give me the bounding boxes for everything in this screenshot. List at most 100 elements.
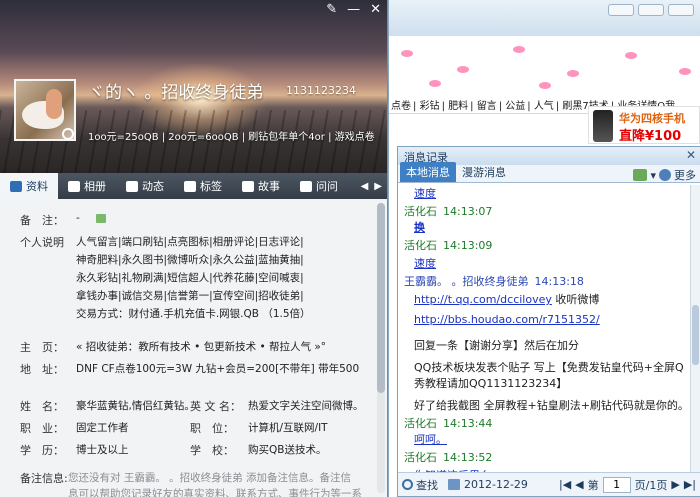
edit-remark-icon[interactable]	[96, 214, 106, 223]
message-link[interactable]: http://t.qq.com/dccilovey	[414, 293, 552, 306]
prev-page-button[interactable]: ◀	[575, 478, 583, 491]
message-time: 14:13:44	[443, 417, 493, 430]
message-footer: 查找 2012-12-29 |◀ ◀ 第 页/1页 ▶ ▶|	[398, 472, 700, 496]
edit-icon[interactable]: ✎	[326, 2, 337, 17]
tab-local-messages[interactable]: 本地消息	[400, 162, 456, 182]
profile-details: 备 注： - 个人说明 人气留言|端口刷钻|点亮图标|相册评论|日志评论| 神奇…	[0, 199, 387, 497]
name-label: 姓 名：	[20, 400, 64, 413]
first-page-button[interactable]: |◀	[559, 478, 571, 491]
tab-stories[interactable]: 故事	[232, 173, 290, 199]
ticker-item[interactable]: 肥料	[448, 101, 468, 112]
school-value: 购买QB送技术。	[248, 444, 327, 456]
close-icon[interactable]: ✕	[686, 148, 696, 162]
more-label: 更多	[674, 169, 696, 182]
remark-value: -	[76, 212, 80, 224]
message-time: 14:13:07	[443, 205, 493, 218]
education-label: 学 历：	[20, 444, 64, 457]
more-button[interactable]: ▾ 更多	[633, 167, 696, 183]
school-label: 学 校：	[190, 444, 234, 457]
phone-ad[interactable]: 华为四核手机 直降¥100	[588, 106, 700, 144]
personal-line: 人气留言|端口刷钻|点亮图标|相册评论|日志评论|	[76, 236, 304, 248]
last-page-button[interactable]: ▶|	[684, 478, 696, 491]
gear-icon[interactable]	[659, 169, 671, 181]
tab-profile-info[interactable]: 资料	[0, 173, 58, 199]
tab-tags[interactable]: 标签	[174, 173, 232, 199]
message-sender[interactable]: 活化石	[404, 205, 437, 218]
maximize-icon[interactable]	[638, 4, 664, 16]
message-history-panel: 消息记录 ✕ 本地消息 漫游消息 ▾ 更多 速度 活化石 14:13:07 换活化石 1…	[397, 146, 700, 497]
address-label: 地 址：	[20, 363, 64, 376]
search-icon	[402, 479, 413, 490]
message-link[interactable]: http://bbs.houdao.com/r7151352/	[414, 313, 600, 326]
message-body: 好了给我截图 全屏教程+钻皇刷法+刷钻代码就是你的。	[414, 399, 688, 412]
personal-label: 个人说明	[20, 236, 64, 249]
profile-window-controls: ✎ — ✕	[326, 2, 381, 17]
export-icon[interactable]	[633, 169, 648, 181]
minimize-icon[interactable]: —	[347, 2, 360, 17]
signal-icon	[242, 180, 254, 192]
message-text: 收听微博	[551, 293, 600, 306]
position-label: 职 位：	[190, 422, 234, 435]
personal-line: 交易方式：财付通.手机充值卡.网银.QB （1.5倍）	[76, 308, 311, 320]
message-tabs: 本地消息 漫游消息 ▾ 更多	[398, 162, 700, 183]
calendar-icon	[448, 479, 460, 490]
message-body: 呵呵。	[414, 433, 447, 446]
ticker-item[interactable]: 彩钻	[420, 101, 440, 112]
tab-feed[interactable]: 动态	[116, 173, 174, 199]
message-body: 秀教程请加QQ1131123234】	[414, 377, 568, 390]
question-icon	[300, 180, 312, 192]
ticker-item[interactable]: 公益	[505, 101, 525, 112]
message-sender[interactable]: 活化石	[404, 417, 437, 430]
notes-label: 备注信息:	[20, 472, 68, 485]
ticker-item[interactable]: 人气	[534, 101, 554, 112]
english-name-label: 英 文 名：	[190, 400, 241, 413]
message-header: 活化石 14:13:44	[404, 415, 492, 431]
close-icon[interactable]	[668, 4, 694, 16]
personal-line: 拿钱办事|诚信交易|信誉第一|宣传空间|招收徒弟|	[76, 290, 304, 302]
message-sender[interactable]: 王霸霸。 。招收终身徒弟	[404, 275, 529, 288]
message-sender[interactable]: 活化石	[404, 239, 437, 252]
notes-text: 您还没有对 王霸霸。 。招收终身徒弟 添加备注信息。备注信	[68, 472, 352, 484]
search-button[interactable]: 查找	[402, 477, 438, 493]
homepage-value[interactable]: « 招收徒弟：教所有技术 • 包更新技术 • 帮拉人气 »°	[76, 339, 326, 354]
profile-window: ✎ — ✕ ヾ的ヽ 。招收终身徒弟 1131123234 1oo元=25oQB …	[0, 0, 388, 497]
message-scrollbar[interactable]	[690, 185, 700, 473]
page-input[interactable]	[602, 476, 631, 493]
chat-window-controls	[608, 4, 694, 16]
message-time: 14:13:18	[534, 275, 584, 288]
close-icon[interactable]: ✕	[370, 2, 381, 17]
message-body: http://t.qq.com/dccilovey 收听微博	[404, 291, 599, 307]
message-time: 14:13:52	[443, 451, 493, 464]
education-value: 博士及以上	[76, 444, 129, 456]
ticker-item[interactable]: 留言	[477, 101, 497, 112]
english-name-value: 热爱文字关注空间微博。	[248, 400, 364, 412]
ad-line1: 华为四核手机	[619, 112, 685, 125]
message-time: 14:13:09	[443, 239, 493, 252]
tab-album[interactable]: 相册	[58, 173, 116, 199]
tab-questions[interactable]: 问问	[290, 173, 348, 199]
next-page-button[interactable]: ▶	[671, 478, 679, 491]
name-value: 豪华蓝黄钻,情侣红黄钻。	[76, 400, 195, 412]
pager: |◀ ◀ 第 页/1页 ▶ ▶|	[559, 476, 696, 493]
profile-scrollbar[interactable]	[377, 203, 385, 493]
job-value: 固定工作者	[76, 422, 129, 434]
message-header: 活化石 14:13:52	[404, 449, 492, 465]
tab-roaming-messages[interactable]: 漫游消息	[456, 162, 512, 182]
notes-text: 息可以帮助您记录好友的真实资料、联系方式、事件行为等一系	[68, 488, 362, 497]
chevron-right-icon[interactable]: ▶	[374, 181, 382, 192]
nickname: ヾ的ヽ 。招收终身徒弟	[88, 83, 264, 103]
message-sender[interactable]: 活化石	[404, 451, 437, 464]
message-header: 活化石 14:13:09	[404, 237, 492, 253]
chevron-down-icon[interactable]: ▾	[650, 169, 656, 182]
chat-window: 点卷| 彩钻| 肥料| 留言| 公益| 人气| 刷黑7技术| 业务详情Q我 华为…	[388, 0, 700, 497]
date-picker[interactable]: 2012-12-29	[448, 478, 528, 491]
list-icon	[126, 180, 138, 192]
homepage-label: 主 页：	[20, 341, 64, 354]
minimize-icon[interactable]	[608, 4, 634, 16]
photo-icon	[68, 180, 80, 192]
chevron-left-icon[interactable]: ◀	[361, 181, 369, 192]
position-value: 计算机/互联网/IT	[248, 422, 328, 434]
profile-tabs: 资料 相册 动态 标签 故事 问问 ◀ ▶	[0, 173, 387, 199]
ticker-item[interactable]: 点卷	[391, 101, 411, 112]
search-icon[interactable]	[62, 128, 74, 140]
